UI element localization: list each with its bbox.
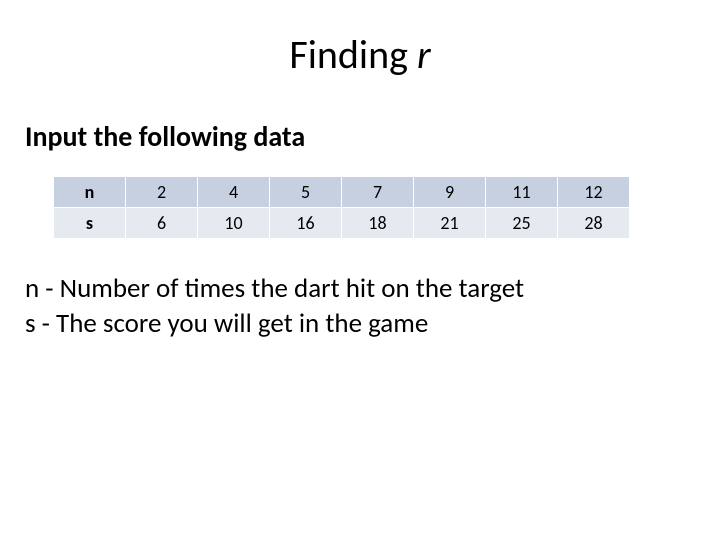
cell: 28	[558, 208, 630, 239]
table-row: s 6 10 16 18 21 25 28	[54, 208, 630, 239]
subtitle: Input the following data	[25, 119, 695, 154]
legend-line-s: s - The score you will get in the game	[25, 306, 695, 341]
cell: 21	[414, 208, 486, 239]
title-variable: r	[417, 30, 431, 79]
slide-title: Finding r	[25, 30, 695, 79]
cell: 10	[198, 208, 270, 239]
row-label-s: s	[54, 208, 126, 239]
slide: Finding r Input the following data n 2 4…	[0, 0, 720, 540]
cell: 7	[342, 177, 414, 208]
legend: n - Number of times the dart hit on the …	[25, 271, 695, 341]
data-table: n 2 4 5 7 9 11 12 s 6 10 16 18 21 25 28	[53, 176, 630, 239]
cell: 16	[270, 208, 342, 239]
cell: 18	[342, 208, 414, 239]
table-row: n 2 4 5 7 9 11 12	[54, 177, 630, 208]
cell: 6	[126, 208, 198, 239]
title-text: Finding	[289, 30, 417, 79]
cell: 11	[486, 177, 558, 208]
data-table-wrap: n 2 4 5 7 9 11 12 s 6 10 16 18 21 25 28	[53, 176, 695, 239]
cell: 12	[558, 177, 630, 208]
legend-line-n: n - Number of times the dart hit on the …	[25, 271, 695, 306]
cell: 5	[270, 177, 342, 208]
cell: 4	[198, 177, 270, 208]
cell: 9	[414, 177, 486, 208]
row-label-n: n	[54, 177, 126, 208]
cell: 2	[126, 177, 198, 208]
cell: 25	[486, 208, 558, 239]
